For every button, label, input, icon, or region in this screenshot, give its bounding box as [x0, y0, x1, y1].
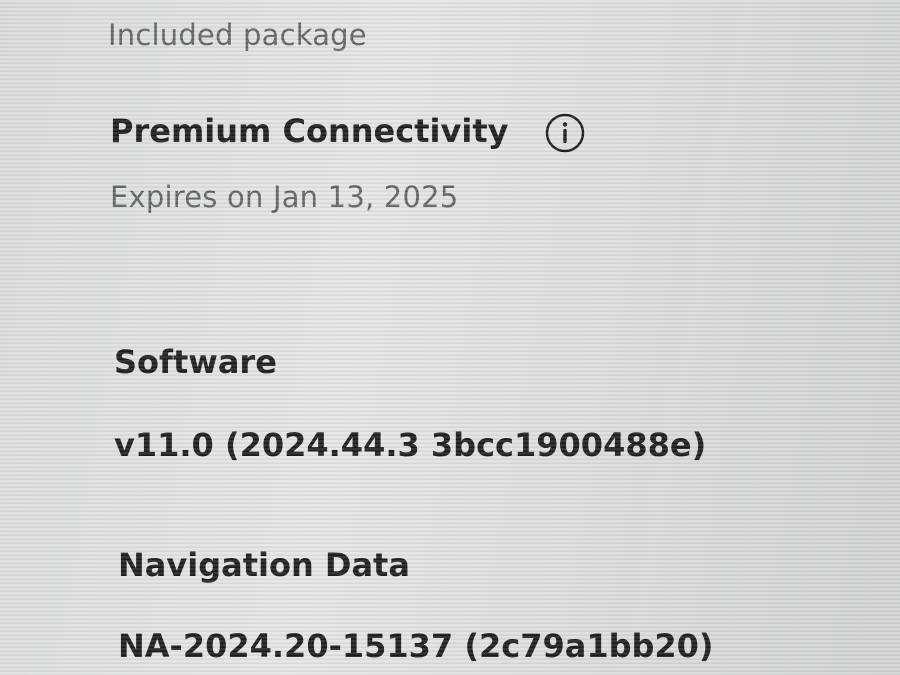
software-heading: Software: [114, 343, 277, 381]
software-version: v11.0 (2024.44.3 3bcc1900488e): [114, 426, 707, 464]
package-expiry-text: Expires on Jan 13, 2025: [110, 180, 459, 214]
info-icon[interactable]: [544, 112, 586, 154]
vehicle-info-panel: Included package Premium Connectivity Ex…: [0, 0, 900, 675]
navigation-data-heading: Navigation Data: [118, 546, 410, 584]
package-name: Premium Connectivity: [110, 112, 509, 150]
included-package-label: Included package: [108, 18, 367, 52]
navigation-data-version: NA-2024.20-15137 (2c79a1bb20): [118, 627, 714, 665]
